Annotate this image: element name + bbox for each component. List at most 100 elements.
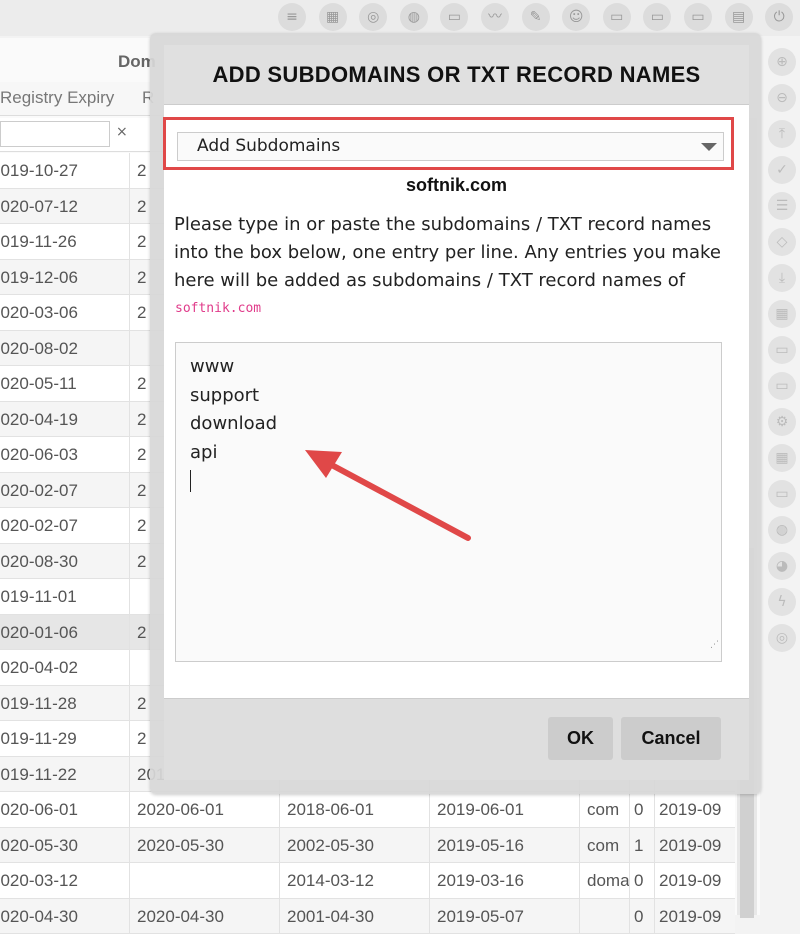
ok-button[interactable]: OK [548, 717, 613, 760]
table-cell: 2020-08-02 [0, 331, 130, 366]
table-edit-icon[interactable]: ▦ [768, 444, 796, 472]
table-cell: 2019-03-16 [430, 863, 580, 898]
table-cell: 2020-03-06 [0, 295, 130, 330]
settings-edit-icon[interactable]: ⚙ [768, 408, 796, 436]
table-cell: com [580, 792, 630, 827]
table-row[interactable]: 2020-03-12 2014-03-122019-03-16doma02019-… [0, 863, 735, 899]
monitor-three-icon[interactable]: ▭ [684, 3, 712, 31]
table-cell: 2019-09 [655, 899, 735, 934]
resize-grip-icon[interactable]: ⋰ [710, 631, 719, 660]
table-cell: 2019-12-06 [0, 260, 130, 295]
globe-icon[interactable]: ◍ [400, 3, 428, 31]
table-cell: 0 [630, 863, 655, 898]
table-cell: 2020-04-30 [0, 899, 130, 934]
table-cell: 2020-04-19 [0, 402, 130, 437]
table-cell: 2020-05-30 [130, 828, 280, 863]
folder-check-icon[interactable]: ▭ [768, 336, 796, 364]
table-row[interactable]: 2020-04-302020-04-302001-04-302019-05-07… [0, 899, 735, 934]
right-sidebar: ⊕ ⊖ ⤒ ✓ ☰ ◇ ⤓ ▦ ▭ ▭ ⚙ ▦ ▭ ◍ ◕ ϟ ◎ [768, 48, 800, 660]
table-cell [580, 899, 630, 934]
table-cell: 2019-06-01 [430, 792, 580, 827]
table-cell: 2020-07-12 [0, 189, 130, 224]
table-cell: 2020-06-01 [0, 792, 130, 827]
search-globe-icon[interactable]: ◎ [359, 3, 387, 31]
tag-icon[interactable]: ◇ [768, 228, 796, 256]
table-cell: 2020-02-07 [0, 473, 130, 508]
table-cell: 2020-05-11 [0, 366, 130, 401]
cancel-button[interactable]: Cancel [621, 717, 721, 760]
table-add-icon[interactable]: ▦ [768, 300, 796, 328]
check-icon[interactable]: ✓ [768, 156, 796, 184]
calculator-icon[interactable]: ▤ [725, 3, 753, 31]
table-cell: 2019-09 [655, 863, 735, 898]
subdomains-textarea[interactable]: www support download api ⋰ [175, 342, 722, 662]
domain-name: softnik.com [164, 175, 749, 196]
column-header-registry-expiry[interactable]: Registry Expiry [0, 88, 114, 108]
table-cell: 2019-10-27 [0, 153, 130, 188]
table-cell: 0 [630, 899, 655, 934]
minus-icon[interactable]: ⊖ [768, 84, 796, 112]
monitor-icon[interactable]: ▭ [603, 3, 631, 31]
clear-filter-button[interactable]: × [116, 124, 128, 140]
table-cell: 2020-01-06 [0, 615, 130, 650]
table-cell: 2020-03-12 [0, 863, 130, 898]
table-cell: doma [580, 863, 630, 898]
lightning-icon[interactable]: ϟ [768, 588, 796, 616]
monitor-network-icon[interactable]: ▭ [440, 3, 468, 31]
table-cell: 2018-06-01 [280, 792, 430, 827]
table-cell: 2019-11-01 [0, 579, 130, 614]
table-cell: 2002-05-30 [280, 828, 430, 863]
dialog-footer: OK Cancel [164, 698, 749, 780]
globe-settings-icon[interactable]: ◍ [768, 516, 796, 544]
table-cell: 2014-03-12 [280, 863, 430, 898]
table-cell: 0 [630, 792, 655, 827]
table-cell: 2020-06-01 [130, 792, 280, 827]
line-chart-icon[interactable]: 〰 [481, 3, 509, 31]
user-icon[interactable]: ☺ [562, 3, 590, 31]
textarea-content: www support download api [190, 356, 277, 463]
chevron-down-icon [701, 143, 717, 151]
mode-select[interactable]: Add Subdomains [177, 132, 724, 161]
folder-edit-icon[interactable]: ▭ [768, 372, 796, 400]
table-cell: 2001-04-30 [280, 899, 430, 934]
domain-code: softnik.com [175, 301, 261, 316]
list-icon[interactable]: ☰ [768, 192, 796, 220]
plus-icon[interactable]: ⊕ [768, 48, 796, 76]
table-cell: 2020-08-30 [0, 544, 130, 579]
table-cell: com [580, 828, 630, 863]
palette-icon[interactable]: ◕ [768, 552, 796, 580]
menu-icon[interactable]: ≡ [278, 3, 306, 31]
monitor-two-icon[interactable]: ▭ [643, 3, 671, 31]
mode-select-value: Add Subdomains [197, 136, 340, 156]
table-cell: 2019-05-07 [430, 899, 580, 934]
table-row[interactable]: 2020-06-012020-06-012018-06-012019-06-01… [0, 792, 735, 828]
table-cell: 2019-11-22 [0, 757, 130, 792]
power-icon[interactable]: ⏻ [765, 3, 793, 31]
instructions-text: Please type in or paste the subdomains /… [174, 211, 734, 295]
dialog-title: ADD SUBDOMAINS OR TXT RECORD NAMES [164, 45, 749, 105]
table-cell: 2019-11-29 [0, 721, 130, 756]
highlight-box: Add Subdomains [163, 117, 734, 170]
table-cell: 2019-11-26 [0, 224, 130, 259]
upload-icon[interactable]: ⤒ [768, 120, 796, 148]
text-caret [190, 470, 191, 492]
table-row[interactable]: 2020-05-302020-05-302002-05-302019-05-16… [0, 828, 735, 864]
table-cell: 2020-06-03 [0, 437, 130, 472]
dashboard-icon[interactable]: ▦ [319, 3, 347, 31]
table-cell: 2019-09 [655, 792, 735, 827]
table-cell: 2020-02-07 [0, 508, 130, 543]
table-cell: 2019-11-28 [0, 686, 130, 721]
add-subdomains-dialog: ADD SUBDOMAINS OR TXT RECORD NAMES Add S… [164, 45, 749, 780]
settings-window-icon[interactable]: ▭ [768, 480, 796, 508]
table-cell: 2020-04-02 [0, 650, 130, 685]
registry-expiry-filter-input[interactable] [0, 121, 110, 147]
table-cell: 2020-05-30 [0, 828, 130, 863]
table-cell: 1 [630, 828, 655, 863]
download-icon[interactable]: ⤓ [768, 264, 796, 292]
lifebuoy-icon[interactable]: ◎ [768, 624, 796, 652]
table-cell: 2019-05-16 [430, 828, 580, 863]
table-cell: 2019-09 [655, 828, 735, 863]
top-toolbar: ≡ ▦ ◎ ◍ ▭ 〰 ✎ ☺ ▭ ▭ ▭ ▤ ⏻ [0, 0, 800, 36]
pencil-icon[interactable]: ✎ [522, 3, 550, 31]
table-cell: 2020-04-30 [130, 899, 280, 934]
